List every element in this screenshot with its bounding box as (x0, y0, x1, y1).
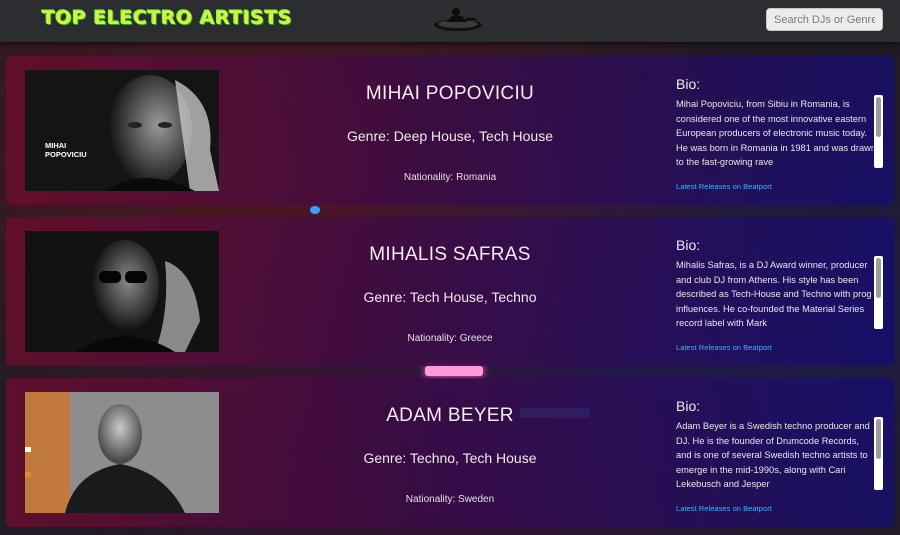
artist-photo (25, 231, 219, 352)
beatport-releases-link[interactable]: Latest Releases on Beatport (676, 343, 772, 352)
artist-card: MIHAI POPOVICIU MIHAI POPOVICIU Genre: D… (6, 56, 894, 205)
beatport-releases-link[interactable]: Latest Releases on Beatport (676, 504, 772, 513)
navbar: TOP ELECTRO ARTISTS (0, 0, 900, 42)
bio-label: Bio: (676, 76, 701, 92)
bio-text[interactable]: Adam Beyer is a Swedish techno producer … (676, 419, 876, 490)
brand-title[interactable]: TOP ELECTRO ARTISTS (42, 7, 292, 29)
artist-card: ADAM BEYER Genre: Techno, Tech House Nat… (6, 378, 894, 527)
artist-name: MIHALIS SAFRAS (369, 244, 531, 265)
bio-label: Bio: (676, 398, 701, 414)
bio-text[interactable]: Mihai Popoviciu, from Sibiu in Romania, … (676, 97, 876, 168)
bio-scrollbar[interactable] (874, 95, 883, 168)
photo-caption: MIHAI POPOVICIU (45, 141, 87, 159)
scrollbar-thumb[interactable] (876, 258, 881, 298)
dj-turntable-icon (432, 5, 484, 33)
artist-card: MIHALIS SAFRAS Genre: Tech House, Techno… (6, 217, 894, 366)
artist-nationality: Nationality: Greece (407, 333, 493, 344)
bio-scrollbar[interactable] (874, 256, 883, 329)
bio-scrollbar[interactable] (874, 417, 883, 490)
beatport-releases-link[interactable]: Latest Releases on Beatport (676, 182, 772, 191)
artist-genre: Genre: Techno, Tech House (363, 450, 537, 466)
bio-label: Bio: (676, 237, 701, 253)
artist-nationality: Nationality: Romania (403, 172, 497, 183)
bio-text[interactable]: Mihalis Safras, is a DJ Award winner, pr… (676, 258, 876, 329)
scrollbar-thumb[interactable] (876, 419, 881, 459)
artist-genre: Genre: Deep House, Tech House (347, 128, 553, 144)
search-input[interactable] (766, 8, 883, 31)
artist-name: ADAM BEYER (386, 405, 514, 426)
scrollbar-thumb[interactable] (876, 97, 881, 137)
artist-photo (25, 392, 219, 513)
artist-name: MIHAI POPOVICIU (365, 83, 535, 104)
artist-genre: Genre: Tech House, Techno (363, 289, 537, 305)
artist-nationality: Nationality: Sweden (405, 494, 495, 505)
artist-photo: MIHAI POPOVICIU (25, 70, 219, 191)
